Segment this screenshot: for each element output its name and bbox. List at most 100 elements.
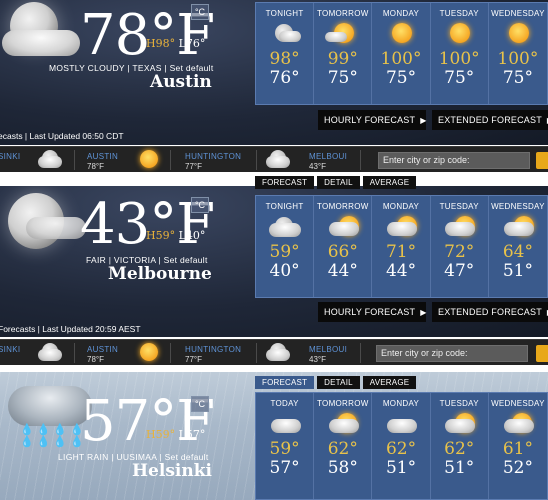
forecast-day-label: TONIGHT — [265, 9, 304, 18]
tab-average[interactable]: AVERAGE — [362, 176, 417, 189]
weather-panel-melbourne: FORECAST DETAIL AVERAGE FORECAST DETAIL … — [0, 173, 548, 337]
forecast-low: 40° — [269, 261, 300, 281]
low-temp: L57° — [178, 428, 206, 441]
sun-cloud-icon — [439, 213, 479, 241]
sun-cloud-icon — [323, 213, 363, 241]
tab-forecast[interactable]: FORECAST — [255, 176, 315, 189]
forecast-low: 51° — [444, 458, 475, 478]
celsius-toggle[interactable]: °C — [191, 4, 209, 20]
city-name: Helsinki — [132, 461, 212, 481]
tab-detail[interactable]: DETAIL — [317, 376, 360, 389]
hourly-forecast-button[interactable]: HOURLY FORECAST ▶ — [318, 110, 426, 130]
forecast-day: TODAY 59° 57° — [256, 393, 315, 499]
extended-forecast-label: EXTENDED FORECAST — [438, 115, 542, 125]
forecast-day: TOMORROW 62° 58° — [314, 393, 373, 499]
moon-cloud-icon — [265, 213, 305, 241]
forecast-day: MONDAY 62° 51° — [372, 393, 431, 499]
sun-icon — [498, 20, 538, 48]
forecast-panel: TONIGHT 98° 76° TOMORROW 99° 75° MONDAY … — [255, 2, 548, 105]
forecast-day: TOMORROW 66° 44° — [314, 196, 373, 297]
moon-cloud-icon — [38, 343, 62, 363]
tab-forecast[interactable]: FORECAST — [255, 376, 315, 389]
ticker-city[interactable]: HUNTINGTON — [185, 345, 241, 354]
sun-rain-icon — [323, 410, 363, 438]
forecast-high: 100° — [380, 49, 422, 69]
extended-forecast-button[interactable]: EXTENDED FORECAST▶ — [432, 302, 548, 322]
tab-average[interactable]: AVERAGE — [362, 376, 417, 389]
forecast-high: 64° — [502, 242, 533, 262]
ticker-temp: 78°F — [87, 162, 104, 171]
celsius-toggle[interactable]: °C — [191, 396, 209, 412]
hourly-forecast-button[interactable]: HOURLY FORECAST ▶ — [318, 302, 426, 322]
forecast-high: 59° — [269, 242, 300, 262]
high-temp: H59° — [146, 229, 176, 242]
forecast-day-label: WEDNESDAY — [491, 399, 545, 408]
forecast-high: 62° — [385, 439, 417, 459]
hourly-forecast-label: HOURLY FORECAST — [324, 115, 416, 125]
weather-panel-austin: 78°F °C H98° L76° MOSTLY CLOUDY | TEXAS … — [0, 0, 548, 145]
forecast-day-label: MONDAY — [382, 202, 420, 211]
forecast-day: WEDNESDAY 61° 52° — [489, 393, 547, 499]
sun-icon — [138, 150, 162, 170]
raindrops-icon: 💧💧💧💧 💧💧💧💧 — [20, 424, 87, 448]
extended-forecast-button[interactable]: EXTENDED FORECAST▶ — [432, 110, 548, 130]
forecast-day-label: TUESDAY — [439, 202, 479, 211]
forecast-day: MONDAY 100° 75° — [372, 3, 431, 104]
forecast-high: 59° — [269, 439, 300, 459]
forecast-low: 47° — [444, 261, 475, 281]
city-name: Austin — [150, 72, 212, 92]
low-temp: L40° — [178, 229, 206, 242]
forecast-high: 61° — [502, 439, 533, 459]
forecast-low: 44° — [327, 261, 358, 281]
forecast-day-label: TUESDAY — [439, 399, 479, 408]
forecast-day-label: MONDAY — [382, 9, 420, 18]
ticker-temp: 43°F — [309, 162, 326, 171]
forecast-low: 75° — [502, 68, 533, 88]
city-ticker: SINKI AUSTIN 78°F HUNTINGTON 77°F MELBOU… — [0, 339, 548, 365]
forecast-high: 98° — [269, 49, 300, 69]
search-button[interactable] — [536, 345, 548, 362]
celsius-toggle[interactable]: °C — [191, 197, 209, 213]
tab-bar: FORECAST DETAIL AVERAGE — [255, 376, 419, 389]
ticker-city[interactable]: MELBOUI — [309, 152, 347, 161]
forecast-high: 62° — [444, 439, 475, 459]
sun-rain-icon — [498, 410, 538, 438]
high-temp: H98° — [146, 37, 176, 50]
city-name: Melbourne — [108, 264, 212, 284]
last-updated: ecasts | Last Updated 06:50 CDT — [0, 131, 124, 141]
forecast-day: TUESDAY 62° 51° — [431, 393, 489, 499]
search-input[interactable]: Enter city or zip code: — [378, 152, 530, 169]
forecast-day-label: TUESDAY — [439, 9, 479, 18]
forecast-day-label: TOMORROW — [317, 399, 369, 408]
moon-cloud-icon — [266, 150, 290, 170]
forecast-day-label: TODAY — [270, 399, 299, 408]
forecast-day-label: TOMORROW — [317, 9, 369, 18]
ticker-city[interactable]: AUSTIN — [87, 345, 118, 354]
ticker-city[interactable]: AUSTIN — [87, 152, 118, 161]
forecast-high: 99° — [327, 49, 358, 69]
arrow-right-icon: ▶ — [420, 308, 427, 317]
forecast-low: 75° — [385, 68, 417, 88]
forecast-low: 51° — [385, 458, 417, 478]
ticker-city[interactable]: SINKI — [0, 345, 20, 354]
forecast-low: 75° — [444, 68, 475, 88]
search-button[interactable] — [536, 152, 548, 169]
tab-detail[interactable]: DETAIL — [317, 176, 360, 189]
forecast-day: TONIGHT 98° 76° — [256, 3, 315, 104]
forecast-high: 72° — [444, 242, 475, 262]
forecast-high: 71° — [385, 242, 417, 262]
forecast-low: 75° — [327, 68, 358, 88]
forecast-day: WEDNESDAY 100° 75° — [489, 3, 547, 104]
ticker-city[interactable]: HUNTINGTON — [185, 152, 241, 161]
weather-panel-helsinki: FORECAST DETAIL AVERAGE 💧💧💧💧 💧💧💧💧 57°F °C… — [0, 372, 548, 500]
moon-cloud-icon — [38, 150, 62, 170]
moon-cloud-icon — [266, 343, 290, 363]
sun-icon — [381, 20, 421, 48]
arrow-right-icon: ▶ — [420, 116, 427, 125]
ticker-city[interactable]: MELBOUI — [309, 345, 347, 354]
hourly-forecast-label: HOURLY FORECAST — [324, 307, 416, 317]
search-input[interactable]: Enter city or zip code: — [376, 345, 528, 362]
sun-icon — [439, 20, 479, 48]
ticker-city[interactable]: SINKI — [0, 152, 20, 161]
forecast-day: TUESDAY 100° 75° — [431, 3, 489, 104]
